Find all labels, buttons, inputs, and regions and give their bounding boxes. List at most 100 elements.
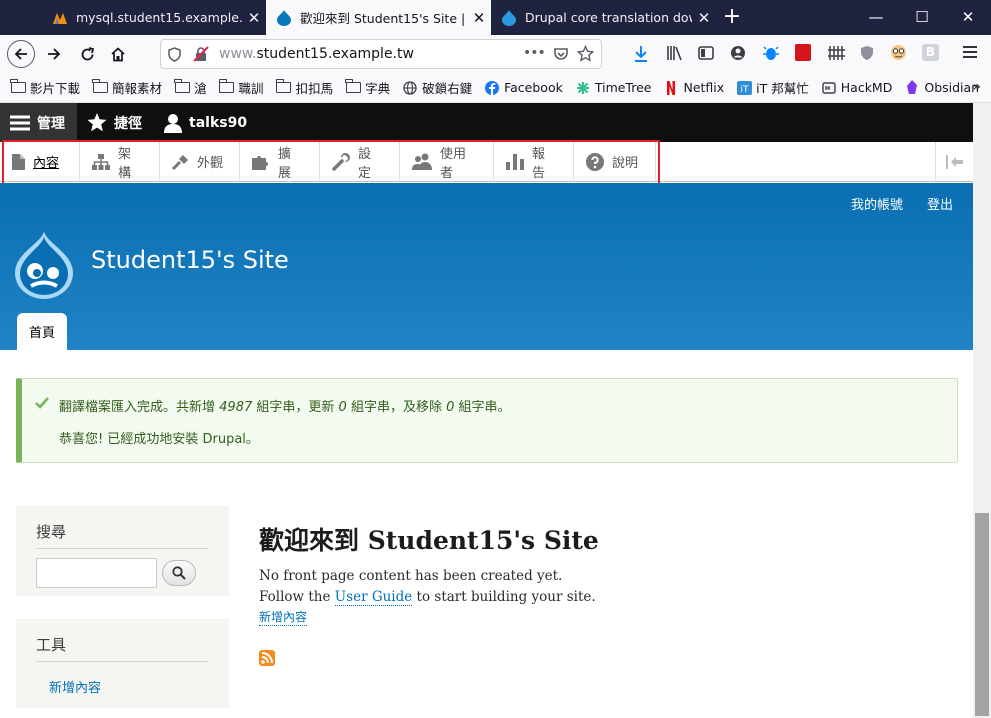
extension-face-icon[interactable] <box>890 44 907 65</box>
toolbar-manage[interactable]: 管理 <box>0 103 77 142</box>
bookmark-link[interactable]: Obsidian <box>904 80 979 95</box>
close-tab-icon[interactable]: ✕ <box>692 9 716 27</box>
hamburger-menu-icon[interactable] <box>962 44 978 64</box>
tray-item-appearance[interactable]: 外觀 <box>160 142 240 181</box>
bookmark-folder[interactable]: 簡報素材 <box>92 78 162 97</box>
folder-icon <box>92 79 108 95</box>
bookmark-link[interactable]: 破鎖右鍵 <box>402 78 472 97</box>
site-name[interactable]: Student15's Site <box>91 246 289 274</box>
toolbar-user[interactable]: talks90 <box>154 103 259 142</box>
site-logo[interactable] <box>15 231 73 299</box>
extension-red-icon[interactable] <box>795 44 811 61</box>
home-icon <box>111 46 125 61</box>
search-button[interactable] <box>162 560 196 586</box>
back-button[interactable] <box>7 40 35 68</box>
toolbar-shortcuts[interactable]: 捷徑 <box>77 103 154 142</box>
bookmark-folder[interactable]: 扣扣馬 <box>275 78 334 97</box>
close-tab-icon[interactable]: ✕ <box>467 9 491 27</box>
user-guide-text: Follow the User Guide to start building … <box>259 589 596 606</box>
insecure-lock-icon[interactable] <box>193 46 209 66</box>
tray-item-label: 報告 <box>532 146 546 181</box>
bookmark-label: 影片下載 <box>30 81 81 96</box>
tray-item-help[interactable]: 說明 <box>574 142 656 181</box>
menu-icon <box>10 115 30 131</box>
status-message: 翻譯檔案匯入完成。共新增 4987 組字串，更新 0 組字串，及移除 0 組字串… <box>16 378 958 463</box>
admin-toolbar-tray: 內容 架構 外觀 擴展 設定 使用者 報告 說明 <box>0 142 973 182</box>
close-tab-icon[interactable]: ✕ <box>242 9 266 27</box>
tray-orientation-toggle[interactable] <box>935 142 973 181</box>
window-close-button[interactable]: ✕ <box>945 0 991 35</box>
page-actions-icon[interactable]: ••• <box>523 45 546 61</box>
netflix-icon <box>663 80 679 95</box>
tab-home[interactable]: 首頁 <box>17 313 68 350</box>
barchart-icon <box>506 153 524 170</box>
bookmark-label: 扣扣馬 <box>295 81 334 96</box>
home-button[interactable] <box>104 40 132 68</box>
logout-link[interactable]: 登出 <box>927 194 953 213</box>
bookmark-link[interactable]: iT iT 邦幫忙 <box>736 78 809 97</box>
toolbar-shortcuts-label: 捷徑 <box>114 115 142 132</box>
new-tab-button[interactable]: + <box>720 5 744 29</box>
maximize-button[interactable]: ☐ <box>899 0 945 35</box>
download-icon[interactable] <box>633 45 649 67</box>
globe-icon <box>402 80 418 95</box>
shield-icon[interactable] <box>168 47 181 66</box>
extension-bug-icon[interactable] <box>763 44 779 66</box>
wrench-icon <box>332 152 350 171</box>
svg-text:iT: iT <box>740 85 749 95</box>
bookmarks-overflow-icon[interactable]: » <box>972 79 981 95</box>
bookmark-link[interactable]: TimeTree <box>575 80 652 95</box>
account-icon[interactable] <box>730 45 746 65</box>
page-scrollbar[interactable] <box>973 103 991 718</box>
tray-item-extend[interactable]: 擴展 <box>240 142 320 181</box>
secondary-menu: 我的帳號 登出 <box>827 194 953 213</box>
bookmark-label: 職訓 <box>238 81 264 96</box>
bookmark-star-icon[interactable] <box>576 44 595 66</box>
user-guide-link[interactable]: User Guide <box>334 589 413 606</box>
drupal-icon <box>276 9 292 26</box>
rss-feed-icon[interactable] <box>259 650 275 666</box>
facebook-icon <box>484 80 500 95</box>
extension-b-icon[interactable]: B <box>922 44 939 61</box>
tab-mysql[interactable]: mysql.student15.example.tw ✕ <box>42 0 266 35</box>
scrollbar-thumb[interactable] <box>975 513 989 716</box>
url-bar[interactable]: www.student15.example.tw ••• <box>160 39 602 69</box>
search-input[interactable] <box>36 558 157 588</box>
add-content-link[interactable]: 新增內容 <box>49 677 209 696</box>
bookmark-folder[interactable]: 影片下載 <box>10 78 80 97</box>
library-icon[interactable] <box>666 45 683 65</box>
tray-item-content[interactable]: 內容 <box>0 142 80 181</box>
install-message: 恭喜您! 已經成功地安裝 Drupal。 <box>59 432 259 447</box>
tab-drupal-translation[interactable]: Drupal core translation downloads ✕ <box>491 0 716 35</box>
tab-student15-site[interactable]: 歡迎來到 Student15's Site | Student15's Site… <box>266 0 491 35</box>
reload-button[interactable] <box>73 40 101 68</box>
forward-button[interactable] <box>40 40 68 68</box>
bookmark-link[interactable]: Netflix <box>663 80 724 95</box>
tray-item-people[interactable]: 使用者 <box>400 142 494 181</box>
tray-item-label: 說明 <box>612 156 639 171</box>
extension-grid-icon[interactable] <box>828 45 845 65</box>
add-content-link-main[interactable]: 新增內容 <box>259 608 308 626</box>
tray-item-structure[interactable]: 架構 <box>80 142 160 181</box>
tray-item-label: 架構 <box>118 146 132 181</box>
pocket-icon[interactable] <box>553 46 569 66</box>
bookmark-link[interactable]: Facebook <box>484 80 563 95</box>
folder-icon <box>275 79 292 95</box>
bookmark-label: TimeTree <box>594 80 652 95</box>
puzzle-icon <box>252 154 270 170</box>
tab-title: 歡迎來到 Student15's Site | Student15's Site <box>300 11 467 26</box>
tray-item-config[interactable]: 設定 <box>320 142 400 181</box>
search-icon <box>172 566 186 580</box>
minimize-button[interactable]: — <box>853 0 899 35</box>
bookmark-folder[interactable]: 字典 <box>345 78 390 97</box>
phpmyadmin-icon <box>52 10 68 26</box>
bookmark-folder[interactable]: 滄 <box>174 78 207 97</box>
extension-shield-icon[interactable] <box>860 45 874 65</box>
bookmark-link[interactable]: HackMD <box>821 80 892 95</box>
sidebar-icon[interactable] <box>698 45 714 65</box>
bookmark-folder[interactable]: 職訓 <box>218 78 264 97</box>
my-account-link[interactable]: 我的帳號 <box>851 194 903 213</box>
tray-item-reports[interactable]: 報告 <box>494 142 574 181</box>
folder-icon <box>218 79 235 95</box>
toolbar-manage-label: 管理 <box>37 115 65 132</box>
